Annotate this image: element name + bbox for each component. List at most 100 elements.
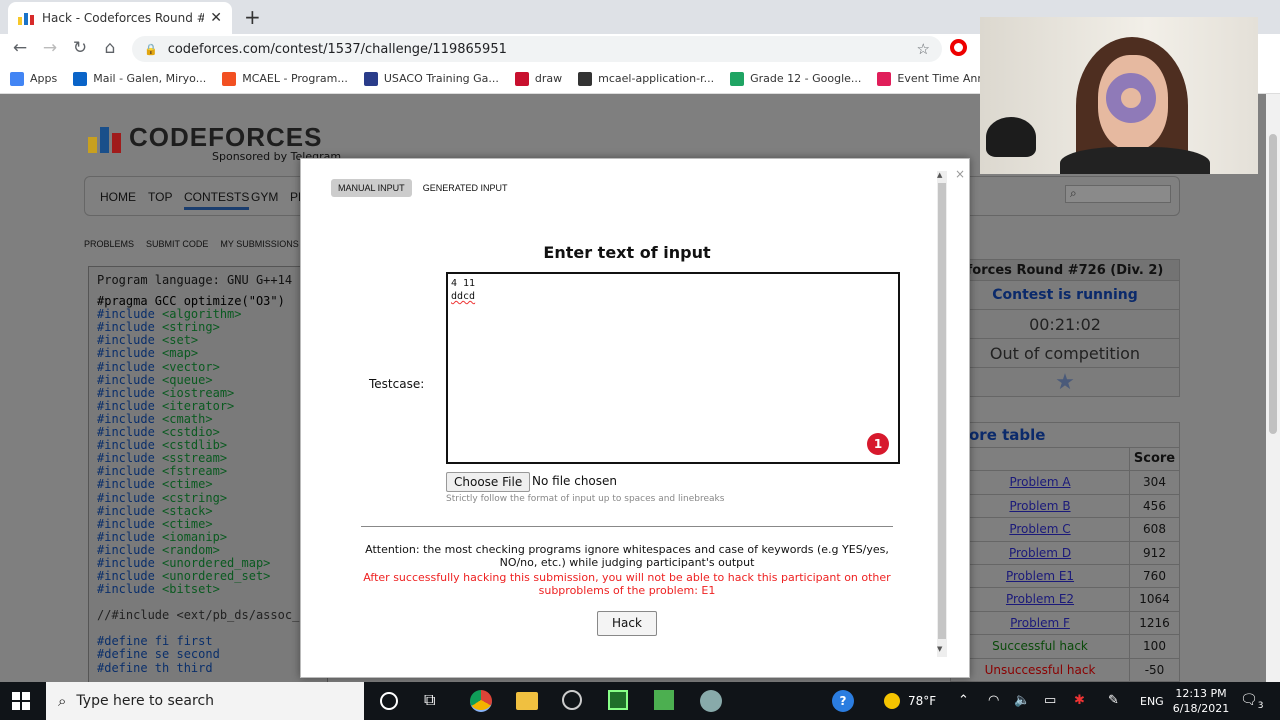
paint-icon[interactable] <box>700 690 722 712</box>
battery-icon[interactable]: ▭ <box>1044 693 1056 708</box>
site-search-input[interactable]: ⌕ <box>1065 185 1171 203</box>
lock-icon: 🔒 <box>144 42 158 56</box>
app-tray-icon[interactable]: ✱ <box>1074 693 1085 708</box>
problem-score: 608 <box>1129 518 1179 541</box>
tab-generated-input[interactable]: GENERATED INPUT <box>416 179 515 197</box>
bookmark-item[interactable]: USACO Training Ga... <box>363 71 499 86</box>
browser-tab[interactable]: Hack - Codeforces Round #726 ( ✕ <box>8 2 232 34</box>
volume-icon[interactable]: 🔈 <box>1014 693 1030 708</box>
score-table-row: Successful hack 100 <box>951 634 1179 658</box>
weather-temperature: 78°F <box>908 694 937 708</box>
search-icon: ⌕ <box>58 692 67 710</box>
task-view-icon[interactable]: ⧉ <box>424 690 446 712</box>
bookmark-item[interactable]: mcael-application-r... <box>578 71 715 86</box>
bookmark-item[interactable]: MCAEL - Program... <box>222 71 348 86</box>
bookmark-star-icon[interactable]: ☆ <box>917 40 930 58</box>
wifi-icon[interactable]: ◠ <box>988 693 999 708</box>
page-scrollbar[interactable] <box>1266 94 1280 682</box>
bookmark-item[interactable]: Grade 12 - Google... <box>730 71 862 86</box>
hack-button[interactable]: Hack <box>597 611 657 636</box>
codeforces-favicon-icon <box>18 11 34 25</box>
bookmark-item[interactable]: draw <box>514 71 562 86</box>
notifications-icon[interactable]: 🗨3 <box>1240 692 1264 711</box>
logo-text: CODEFORCES <box>129 122 323 152</box>
hack-label: Unsuccessful hack <box>984 662 1096 677</box>
problem-link[interactable]: Problem E2 <box>951 588 1129 610</box>
bookmark-item[interactable]: Apps <box>10 71 58 86</box>
favorite-star-icon[interactable]: ★ <box>950 368 1180 397</box>
problem-link[interactable]: Problem C <box>951 518 1129 540</box>
code-define-line: #define se second <box>97 647 220 662</box>
menu-home[interactable]: HOME <box>100 190 136 204</box>
reload-icon[interactable]: ↻ <box>70 38 90 58</box>
taskbar-clock[interactable]: 12:13 PM 6/18/2021 <box>1170 686 1232 716</box>
code-editor-icon[interactable] <box>608 690 628 710</box>
bookmark-label: MCAEL - Program... <box>242 72 348 85</box>
opera-extension-icon[interactable] <box>950 39 967 56</box>
code-defines: #define fi first #define se second #define… <box>97 635 319 674</box>
new-tab-icon[interactable]: + <box>244 5 261 29</box>
choose-file-button[interactable]: Choose File <box>446 472 531 492</box>
scroll-up-icon[interactable]: ▲ <box>937 171 942 179</box>
score-table-row: Problem F 1216 <box>951 610 1179 635</box>
score-table-header: Score <box>951 447 1179 471</box>
scroll-down-icon[interactable]: ▼ <box>937 645 942 653</box>
notepad-icon[interactable] <box>654 690 674 710</box>
tab-manual-input[interactable]: MANUAL INPUT <box>331 179 412 197</box>
slack-icon <box>877 71 892 86</box>
testcase-label: Testcase: <box>369 377 425 391</box>
chrome-taskbar-icon[interactable] <box>470 690 492 712</box>
help-icon[interactable]: ? <box>832 690 854 712</box>
bookmark-label: Grade 12 - Google... <box>750 72 862 85</box>
testcase-textarea[interactable]: 4 11 ddcd <box>446 272 900 464</box>
microphone-image <box>986 117 1036 157</box>
address-bar[interactable]: 🔒 codeforces.com/contest/1537/challenge/… <box>132 36 942 62</box>
bookmark-item[interactable]: Mail - Galen, Miryo... <box>73 71 206 86</box>
menu-contests[interactable]: CONTESTS <box>184 190 250 210</box>
home-icon[interactable]: ⌂ <box>100 38 120 58</box>
bookmark-label: USACO Training Ga... <box>383 72 499 85</box>
taskbar-search-box[interactable]: ⌕ Type here to search <box>46 682 364 720</box>
webcam-overlay <box>980 17 1258 174</box>
submenu-submit-code[interactable]: SUBMIT CODE <box>146 239 208 249</box>
menu-gym[interactable]: GYM <box>251 190 278 204</box>
bookmark-label: mcael-application-r... <box>598 72 715 85</box>
file-explorer-icon[interactable] <box>516 692 538 710</box>
close-icon[interactable]: × <box>955 167 965 181</box>
problem-link[interactable]: Problem B <box>951 495 1129 517</box>
windows-start-icon[interactable] <box>12 692 30 710</box>
grammarly-badge-icon[interactable]: 1 <box>867 433 889 455</box>
tab-close-icon[interactable]: ✕ <box>210 10 222 26</box>
pen-icon[interactable]: ✎ <box>1108 693 1119 708</box>
round-title[interactable]: forces Round #726 (Div. 2) <box>950 259 1180 281</box>
bookmark-label: Apps <box>30 72 58 85</box>
score-table-row: Problem A 304 <box>951 470 1179 494</box>
problem-score: 100 <box>1129 635 1179 658</box>
search-icon: ⌕ <box>1070 186 1077 200</box>
score-table-row: Problem E1 760 <box>951 563 1179 588</box>
menu-top[interactable]: TOP <box>148 190 172 204</box>
weather-widget[interactable]: 78°F <box>884 693 936 709</box>
language-indicator[interactable]: ENG <box>1140 695 1164 708</box>
obs-icon[interactable] <box>562 690 582 710</box>
cortana-icon[interactable] <box>380 692 398 710</box>
dialog-scrollbar[interactable]: ▲ ▼ <box>937 171 947 657</box>
problem-score: 304 <box>1129 471 1179 494</box>
contest-status: Contest is running <box>950 281 1180 310</box>
score-table-row: Unsuccessful hack -50 <box>951 657 1179 681</box>
forward-icon[interactable]: → <box>40 38 60 58</box>
format-hint: Strictly follow the format of input up t… <box>446 494 725 504</box>
score-column-header: Score <box>1129 448 1179 471</box>
score-table-title: ore table <box>969 426 1046 444</box>
back-icon[interactable]: ← <box>10 38 30 58</box>
submenu-my-submissions[interactable]: MY SUBMISSIONS <box>220 239 298 249</box>
clock-date: 6/18/2021 <box>1172 702 1230 715</box>
problem-link[interactable]: Problem A <box>951 471 1129 493</box>
problem-link[interactable]: Problem D <box>951 542 1129 564</box>
submenu-problems[interactable]: PROBLEMS <box>84 239 134 249</box>
problem-link[interactable]: Problem F <box>951 612 1129 634</box>
draw-icon <box>514 71 529 86</box>
divider <box>361 526 893 527</box>
chevron-up-icon[interactable]: ⌃ <box>958 693 969 708</box>
problem-link[interactable]: Problem E1 <box>951 565 1129 587</box>
